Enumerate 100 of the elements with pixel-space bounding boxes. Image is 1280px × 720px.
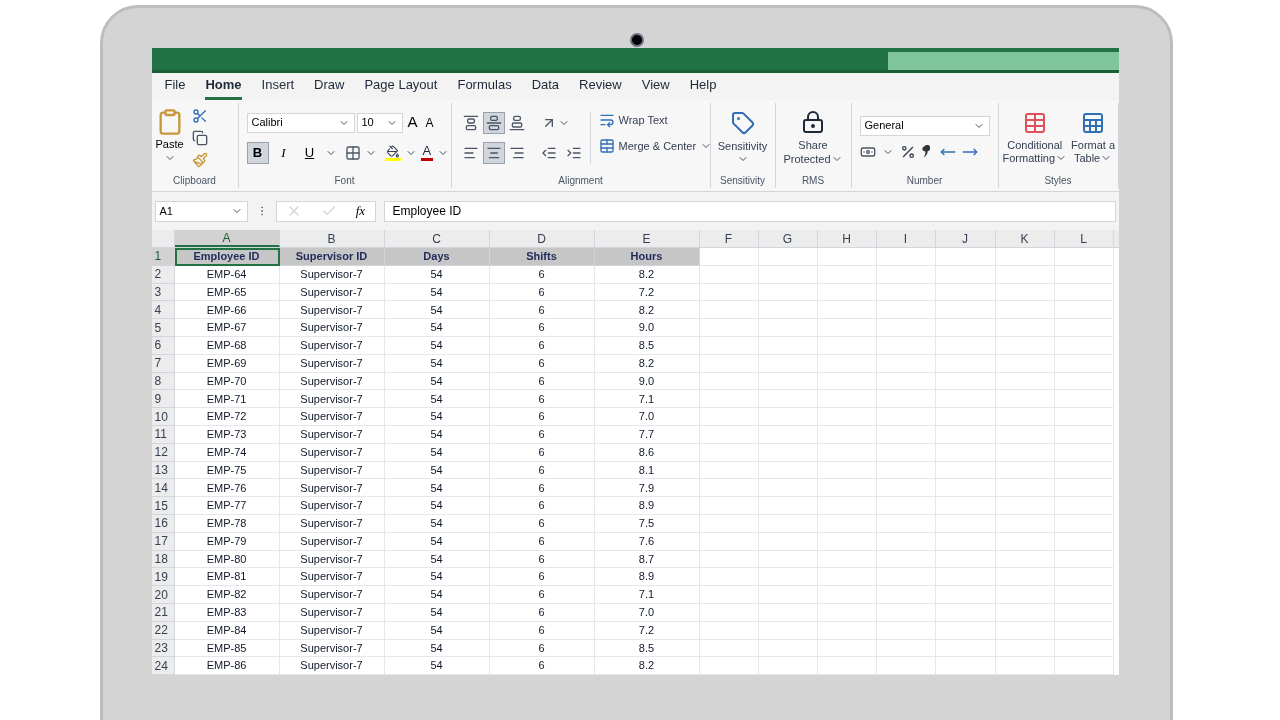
formula-field[interactable]: Employee ID [383, 200, 1116, 222]
column-header[interactable]: A [174, 230, 280, 247]
font-color-button[interactable]: A [420, 144, 434, 162]
table-cell: 6 [489, 603, 595, 622]
wrap-text-button[interactable]: Wrap Text [598, 111, 713, 128]
comma-style-icon[interactable] [921, 144, 930, 159]
empty-cell [1054, 586, 1114, 604]
column-header[interactable]: F [699, 230, 759, 247]
empty-cell [817, 283, 877, 302]
table-cell: EMP-84 [174, 621, 280, 640]
grow-font-button[interactable]: A [404, 111, 421, 134]
empty-cell [817, 408, 877, 426]
number-format-field[interactable]: General [859, 115, 990, 136]
row-header[interactable]: 10 [151, 408, 175, 426]
ribbon-tab[interactable]: Help [689, 74, 717, 100]
column-header[interactable]: I [876, 230, 936, 247]
empty-cell [876, 603, 936, 622]
table-cell: Supervisor-7 [279, 319, 385, 337]
empty-cell [758, 443, 818, 462]
empty-cell [699, 319, 759, 337]
empty-cell [876, 586, 936, 604]
borders-icon[interactable] [344, 144, 361, 161]
row-header[interactable]: 4 [151, 301, 175, 320]
font-size-field[interactable]: 10 [356, 112, 403, 133]
table-cell: 6 [489, 639, 595, 658]
row-header[interactable]: 24 [151, 657, 175, 676]
empty-cell [817, 390, 877, 409]
empty-cell [758, 337, 818, 355]
ribbon-tab[interactable]: Page Layout [364, 74, 438, 100]
vertical-align-button[interactable] [482, 111, 505, 134]
row-header[interactable]: 5 [151, 319, 175, 337]
format-as-table-button[interactable]: Format a Table [1071, 110, 1116, 165]
font-name-field[interactable]: Calibri [246, 112, 355, 133]
empty-cell [1054, 568, 1114, 587]
fill-color-icon[interactable] [384, 144, 401, 161]
column-header[interactable]: B [279, 230, 385, 247]
empty-cell [1054, 408, 1114, 426]
insert-function-button[interactable]: fx [355, 201, 366, 221]
column-header[interactable]: K [995, 230, 1055, 247]
tag-icon [730, 110, 755, 135]
ribbon-tab[interactable]: Draw [314, 74, 345, 100]
italic-button[interactable]: I [272, 141, 295, 164]
empty-cell [699, 461, 759, 480]
table-cell: 9.0 [594, 319, 700, 337]
column-heading-cell: Employee ID [174, 248, 280, 266]
empty-cell [935, 550, 996, 569]
column-header[interactable]: J [935, 230, 996, 247]
bold-button[interactable]: B [246, 141, 269, 164]
paste-button[interactable]: Paste [155, 107, 184, 164]
ribbon-tab[interactable]: Data [531, 74, 560, 100]
column-header[interactable]: C [384, 230, 490, 247]
empty-cell [995, 461, 1055, 480]
column-header[interactable]: E [594, 230, 700, 247]
column-header[interactable]: L [1054, 230, 1114, 247]
empty-cell [758, 497, 818, 515]
table-cell: 54 [384, 319, 490, 337]
row-header[interactable]: 1 [151, 248, 175, 266]
row-header[interactable]: 14 [151, 479, 175, 498]
row-header[interactable]: 19 [151, 568, 175, 587]
percent-icon[interactable] [899, 143, 916, 160]
column-header[interactable]: D [489, 230, 595, 247]
empty-cell [935, 408, 996, 426]
empty-cell [935, 283, 996, 302]
ribbon-tab[interactable]: Insert [261, 74, 295, 100]
empty-cell [876, 639, 936, 658]
row-header[interactable]: 15 [151, 497, 175, 515]
row-header[interactable]: 20 [151, 586, 175, 604]
underline-button[interactable]: U [298, 141, 321, 164]
ribbon-tab[interactable]: File [164, 74, 186, 100]
column-header[interactable]: G [758, 230, 818, 247]
sensitivity-button[interactable]: Sensitivity [714, 110, 771, 165]
empty-cell [995, 550, 1055, 569]
copy-icon[interactable] [191, 129, 208, 146]
column-header[interactable]: H [817, 230, 877, 247]
merge-center-button[interactable]: Merge & Center [598, 138, 713, 155]
table-cell: 8.9 [594, 497, 700, 515]
shrink-font-button[interactable]: A [422, 113, 437, 132]
table-cell: Supervisor-7 [279, 443, 385, 462]
name-box[interactable]: A1 [154, 200, 248, 222]
empty-cell [1054, 621, 1114, 640]
font-name: Calibri [251, 115, 283, 131]
empty-cell [876, 301, 936, 320]
cut-icon[interactable] [191, 107, 208, 124]
ribbon-tab[interactable]: Formulas [457, 74, 512, 100]
empty-cell [699, 603, 759, 622]
ribbon-tab[interactable]: View [641, 74, 670, 100]
row-header[interactable]: 9 [151, 390, 175, 409]
group-label: RMS [801, 173, 825, 188]
horizontal-align-button[interactable] [482, 141, 505, 164]
empty-cell [758, 301, 818, 320]
table-cell: EMP-83 [174, 603, 280, 622]
search-field[interactable] [887, 52, 1119, 70]
conditional-formatting-button[interactable]: Conditional Formatting [1002, 110, 1068, 165]
ribbon-tab[interactable]: Review [579, 74, 622, 100]
table-cell: 54 [384, 390, 490, 409]
empty-cell [817, 586, 877, 604]
empty-cell [876, 621, 936, 640]
table-cell: 6 [489, 337, 595, 355]
share-protected-button[interactable]: Share Protected [779, 109, 847, 166]
empty-cell [758, 283, 818, 302]
